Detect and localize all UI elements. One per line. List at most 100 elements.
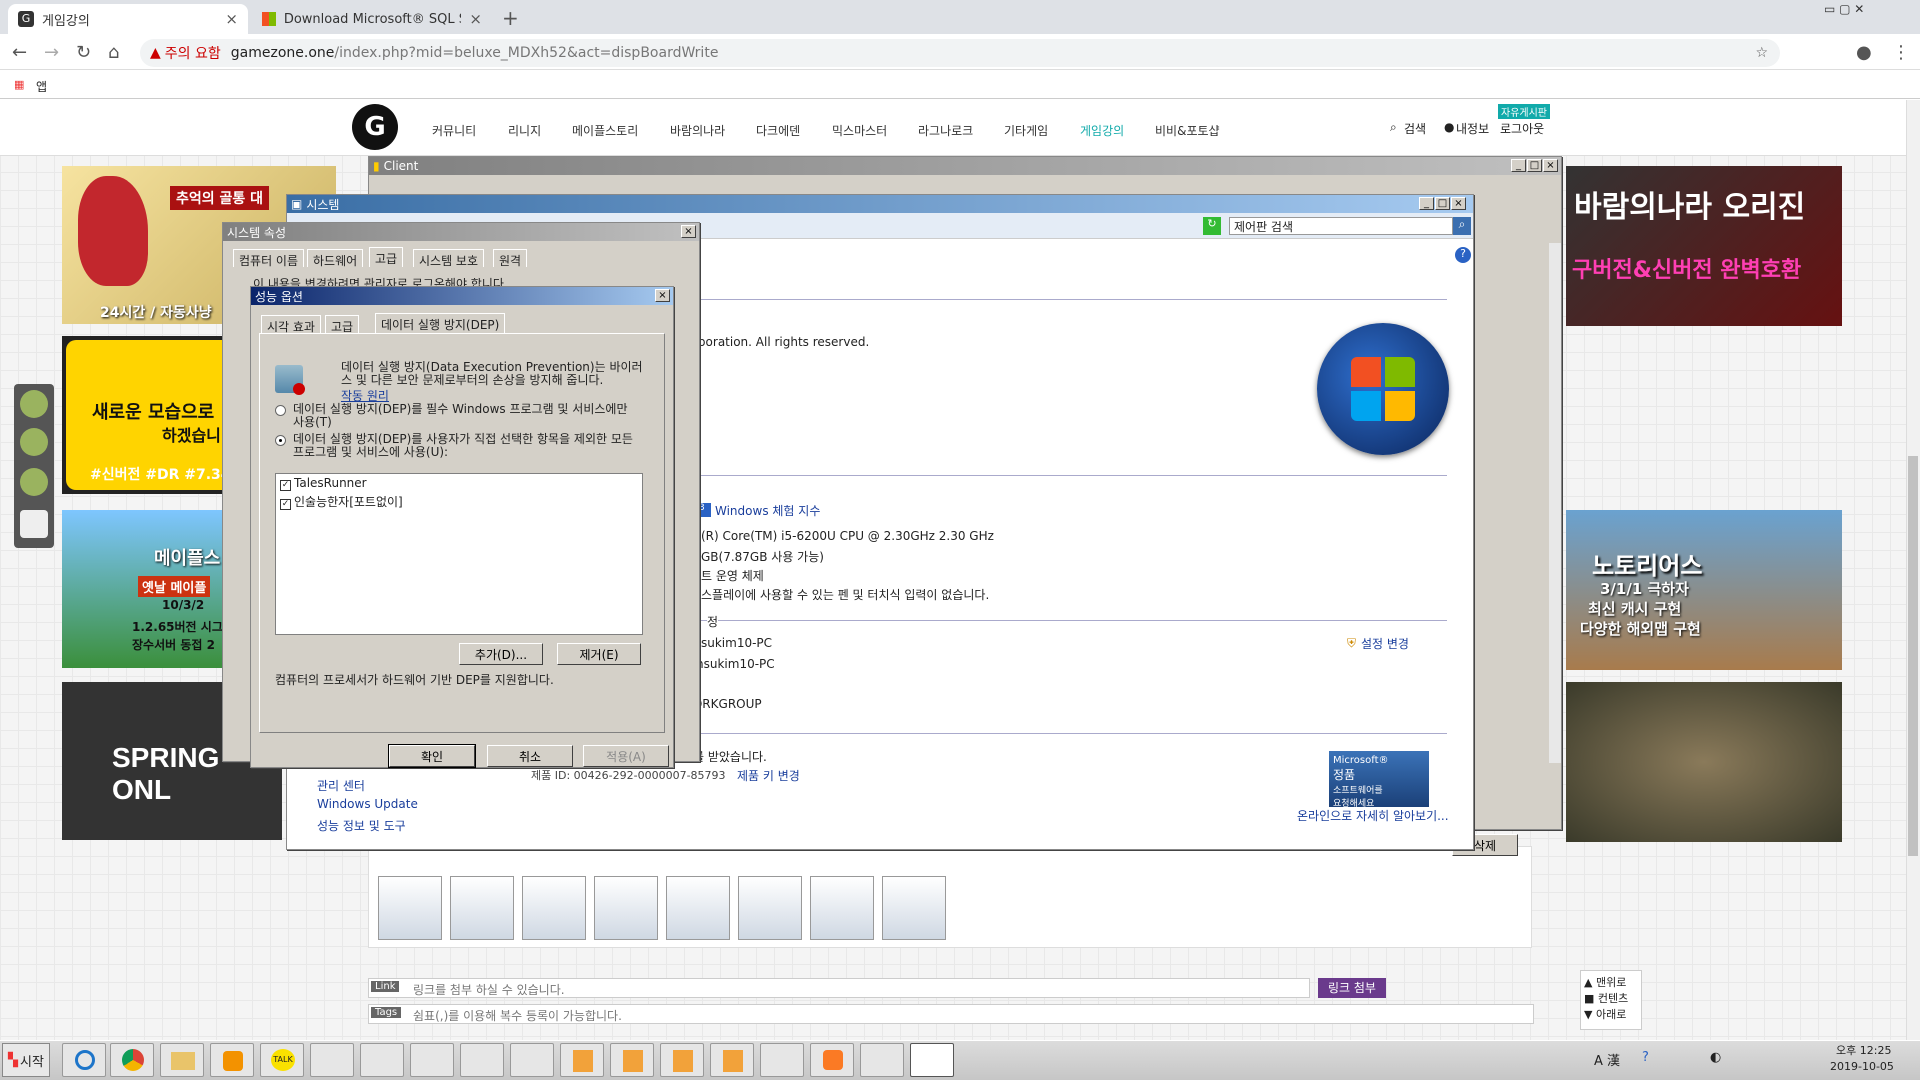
refresh-icon[interactable]: ↻ xyxy=(1203,217,1221,235)
apps-icon[interactable]: ▦ xyxy=(14,78,24,91)
tab-system-protection[interactable]: 시스템 보호 xyxy=(413,249,485,268)
system-window-icon[interactable] xyxy=(910,1043,954,1077)
contents-link[interactable]: ■ 컨텐츠 xyxy=(1584,990,1638,1006)
tab-remote[interactable]: 원격 xyxy=(493,249,528,268)
myinfo-link[interactable]: 내정보 xyxy=(1456,120,1489,137)
tab-advanced[interactable]: 고급 xyxy=(325,315,360,334)
dep-essential-radio[interactable] xyxy=(275,405,286,416)
tab-hardware[interactable]: 하드웨어 xyxy=(307,249,364,268)
nav-other-games[interactable]: 기타게임 xyxy=(1004,122,1048,139)
site-search-link[interactable]: 검색 xyxy=(1404,120,1426,137)
help-icon[interactable]: ? xyxy=(1642,1050,1649,1065)
minimize-button[interactable]: ▭ ▢ ✕ xyxy=(1824,2,1864,16)
client-maximize-button[interactable]: □ xyxy=(1527,159,1542,172)
address-bar[interactable]: ▲ 주의 요함 gamezone.one /index.php?mid=belu… xyxy=(140,39,1780,67)
change-settings-link[interactable]: 설정 변경 xyxy=(1361,635,1409,652)
search-icon[interactable]: ⌕ xyxy=(1390,120,1397,135)
apps-label[interactable]: 앱 xyxy=(36,78,47,95)
system-minimize-button[interactable]: _ xyxy=(1419,197,1434,210)
dep-all-radio[interactable] xyxy=(275,435,286,446)
tab-gamezone[interactable]: G 게임강의 × xyxy=(8,4,248,34)
file-explorer-icon[interactable] xyxy=(160,1043,204,1077)
attachment-thumb[interactable] xyxy=(810,876,874,940)
ok-button[interactable]: 확인 xyxy=(388,744,476,768)
action-center-link[interactable]: 관리 센터 xyxy=(317,777,365,794)
chrome-icon[interactable] xyxy=(110,1043,154,1077)
client-minimize-button[interactable]: _ xyxy=(1511,159,1526,172)
system-close-button[interactable]: × xyxy=(1451,197,1466,210)
tools-icon[interactable] xyxy=(310,1043,354,1077)
list-item[interactable]: ✓ 인술능한자[포트없이] xyxy=(276,493,642,510)
remove-button[interactable]: 제거(E) xyxy=(557,643,641,665)
nav-baram[interactable]: 바람의나라 xyxy=(670,122,725,139)
tab-computer-name[interactable]: 컴퓨터 이름 xyxy=(233,249,305,268)
scrollbar-thumb[interactable] xyxy=(1908,456,1918,856)
wrench-icon[interactable] xyxy=(20,428,48,456)
mfc-app-icon[interactable] xyxy=(610,1043,654,1077)
list-item[interactable]: ✓ TalesRunner xyxy=(276,474,642,493)
attachment-thumb[interactable] xyxy=(738,876,802,940)
nav-game-lessons[interactable]: 게임강의 xyxy=(1080,122,1124,139)
change-key-link[interactable]: 제품 키 변경 xyxy=(737,767,800,784)
network-app-icon[interactable] xyxy=(860,1043,904,1077)
learn-more-link[interactable]: 온라인으로 자세히 알아보기... xyxy=(1297,807,1449,824)
menu-icon[interactable]: ⋮ xyxy=(1892,42,1910,63)
checkbox-icon[interactable]: ✓ xyxy=(280,499,291,510)
nav-maplestory[interactable]: 메이플스토리 xyxy=(572,122,638,139)
experience-index-link[interactable]: Windows 체험 지수 xyxy=(715,502,820,519)
game-char-icon[interactable] xyxy=(410,1043,454,1077)
tab-dep[interactable]: 데이터 실행 방지(DEP) xyxy=(375,313,506,333)
cancel-button[interactable]: 취소 xyxy=(487,745,573,767)
attachment-thumb[interactable] xyxy=(522,876,586,940)
notepad-icon[interactable] xyxy=(20,468,48,496)
performance-tools-link[interactable]: 성능 정보 및 도구 xyxy=(317,817,406,834)
help-icon[interactable]: ? xyxy=(1455,247,1471,263)
client-close-button[interactable]: × xyxy=(1543,159,1558,172)
home-icon[interactable]: ⌂ xyxy=(108,42,119,63)
tags-input[interactable]: Tags 쉼표(,)를 이용해 복수 등록이 가능합니다. xyxy=(368,1004,1534,1024)
close-tab-icon[interactable]: × xyxy=(225,10,238,28)
add-button[interactable]: 추가(D)... xyxy=(459,643,543,665)
tab-advanced[interactable]: 고급 xyxy=(369,247,404,267)
window-app-icon[interactable] xyxy=(510,1043,554,1077)
handshake-icon[interactable] xyxy=(20,390,48,418)
nav-darkeden[interactable]: 다크에덴 xyxy=(756,122,800,139)
checkbox-icon[interactable]: ✓ xyxy=(280,480,291,491)
control-panel-search[interactable]: 제어판 검색 xyxy=(1229,217,1453,235)
windows-update-link[interactable]: Windows Update xyxy=(317,797,418,811)
attachment-thumb[interactable] xyxy=(666,876,730,940)
to-bottom-link[interactable]: ▼ 아래로 xyxy=(1584,1006,1638,1022)
reload-icon[interactable]: ↻ xyxy=(76,42,91,63)
search-icon[interactable]: ⌕ xyxy=(1453,217,1471,235)
mfc-app-icon[interactable] xyxy=(660,1043,704,1077)
link-input[interactable]: Link 링크를 첨부 하실 수 있습니다. xyxy=(368,978,1310,998)
apply-button[interactable]: 적용(A) xyxy=(583,745,669,767)
media-player-icon[interactable] xyxy=(210,1043,254,1077)
free-board-badge[interactable]: 자유게시판 xyxy=(1498,104,1550,119)
right-banner-1[interactable]: 바람의나라 오리진 구버전&신버전 완벽호환 xyxy=(1566,166,1842,326)
nav-ragnarok[interactable]: 라그나로크 xyxy=(918,122,973,139)
mfc-app-icon[interactable] xyxy=(710,1043,754,1077)
volume-icon[interactable]: ◐ xyxy=(1710,1050,1721,1065)
sysprop-close-button[interactable]: × xyxy=(681,225,696,238)
close-tab-icon[interactable]: × xyxy=(469,10,482,28)
profile-icon[interactable]: ● xyxy=(1856,42,1872,63)
site-logo[interactable]: G xyxy=(352,104,398,150)
tab-sql[interactable]: Download Microsoft® SQL Ser × xyxy=(252,4,492,34)
nav-mixmaster[interactable]: 믹스마스터 xyxy=(832,122,887,139)
notepad-icon[interactable] xyxy=(360,1043,404,1077)
attachment-thumb[interactable] xyxy=(882,876,946,940)
logout-link[interactable]: 로그아웃 xyxy=(1500,120,1544,137)
attachment-thumb[interactable] xyxy=(594,876,658,940)
hand-icon[interactable] xyxy=(20,510,48,538)
mfc-app-icon[interactable] xyxy=(560,1043,604,1077)
system-maximize-button[interactable]: □ xyxy=(1435,197,1450,210)
bookmark-star-icon[interactable]: ☆ xyxy=(1755,45,1768,61)
window-app-icon[interactable] xyxy=(460,1043,504,1077)
kakaotalk-icon[interactable]: TALK xyxy=(260,1043,304,1077)
nav-community[interactable]: 커뮤니티 xyxy=(432,122,476,139)
nav-lineage[interactable]: 리니지 xyxy=(508,122,541,139)
right-banner-2[interactable]: 노토리어스 3/1/1 극하자 최신 캐시 구현 다양한 해외맵 구현 xyxy=(1566,510,1842,670)
tab-visual-effects[interactable]: 시각 효과 xyxy=(261,315,321,334)
start-button[interactable]: ▚ 시작 xyxy=(2,1043,50,1077)
